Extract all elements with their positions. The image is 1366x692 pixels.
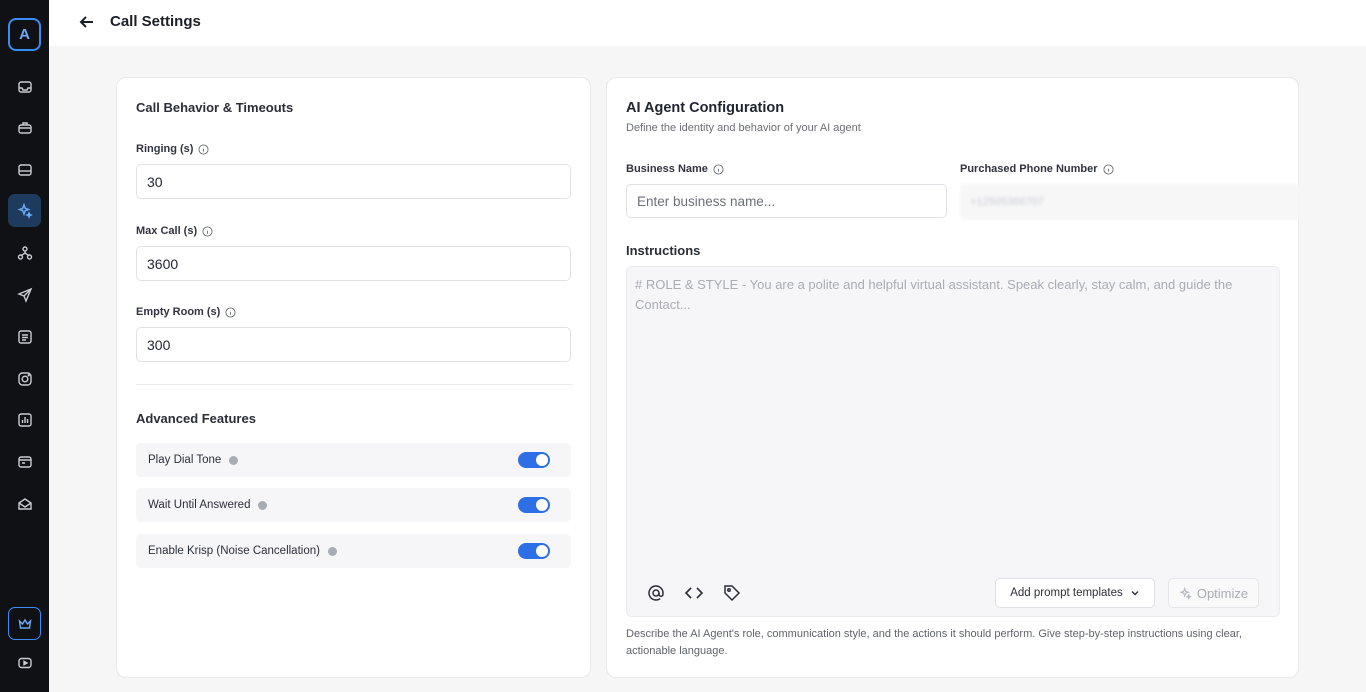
tag-icon[interactable] xyxy=(722,583,742,603)
page-title: Call Settings xyxy=(110,13,201,30)
info-icon[interactable] xyxy=(202,225,213,237)
advanced-features-title: Advanced Features xyxy=(136,411,256,426)
feature-label: Wait Until Answered xyxy=(148,499,251,511)
ringing-input[interactable] xyxy=(136,164,571,199)
optimize-label: Optimize xyxy=(1196,585,1249,601)
info-dot-icon[interactable] xyxy=(327,546,337,556)
info-icon[interactable] xyxy=(198,143,209,155)
wait-until-answered-toggle[interactable] xyxy=(518,497,550,513)
list-icon[interactable] xyxy=(8,320,41,353)
mail-open-icon[interactable] xyxy=(8,487,41,520)
database-icon[interactable] xyxy=(8,153,41,186)
instructions-label: Instructions xyxy=(626,243,701,258)
feature-label: Enable Krisp (Noise Cancellation) xyxy=(148,545,320,557)
info-icon[interactable] xyxy=(225,306,236,318)
info-icon[interactable] xyxy=(1103,163,1114,175)
feature-row-enable-krisp: Enable Krisp (Noise Cancellation) xyxy=(136,534,571,568)
sparkle-icon xyxy=(1179,586,1192,600)
window-icon[interactable] xyxy=(8,445,41,478)
enable-krisp-toggle[interactable] xyxy=(518,543,550,559)
feature-label: Play Dial Tone xyxy=(148,454,222,466)
business-name-label: Business Name xyxy=(626,163,724,175)
add-prompt-templates-button[interactable]: Add prompt templates xyxy=(995,578,1155,608)
empty-room-label: Empty Room (s) xyxy=(136,306,236,318)
empty-room-input[interactable] xyxy=(136,327,571,362)
instructions-helper-text: Describe the AI Agent's role, communicat… xyxy=(626,628,1242,657)
sparkles-icon[interactable] xyxy=(8,194,41,227)
workspace-avatar[interactable]: A xyxy=(8,18,41,51)
phone-number-select[interactable]: +12505366707 xyxy=(960,184,1300,220)
info-dot-icon[interactable] xyxy=(258,500,268,510)
feature-row-wait-until-answered: Wait Until Answered xyxy=(136,488,571,522)
chart-icon[interactable] xyxy=(8,403,41,436)
instagram-icon[interactable] xyxy=(8,362,41,395)
sidebar: A xyxy=(0,0,49,692)
inbox-icon[interactable] xyxy=(8,70,41,103)
play-dial-tone-toggle[interactable] xyxy=(518,452,550,468)
instructions-editor: Add prompt templates Optimize xyxy=(626,266,1280,617)
briefcase-icon[interactable] xyxy=(8,111,41,144)
call-behavior-title: Call Behavior & Timeouts xyxy=(136,100,294,115)
max-call-label: Max Call (s) xyxy=(136,225,213,237)
back-arrow-icon[interactable] xyxy=(77,12,97,32)
info-dot-icon[interactable] xyxy=(229,455,239,465)
business-name-input[interactable] xyxy=(626,184,947,218)
network-icon[interactable] xyxy=(8,236,41,269)
add-prompt-templates-label: Add prompt templates xyxy=(1010,587,1123,599)
code-icon[interactable] xyxy=(684,583,704,603)
call-behavior-card: Call Behavior & Timeouts Ringing (s) Max… xyxy=(116,77,591,678)
chevron-down-icon xyxy=(1131,591,1139,596)
divider xyxy=(136,384,573,385)
max-call-input[interactable] xyxy=(136,246,571,281)
instructions-textarea[interactable] xyxy=(627,267,1279,562)
send-icon[interactable] xyxy=(8,278,41,311)
ai-agent-title: AI Agent Configuration xyxy=(626,100,785,116)
crown-icon[interactable] xyxy=(8,607,41,640)
info-icon[interactable] xyxy=(713,163,724,175)
phone-number-label: Purchased Phone Number xyxy=(960,163,1114,175)
mention-icon[interactable] xyxy=(646,583,666,603)
ai-agent-card: AI Agent Configuration Define the identi… xyxy=(606,77,1300,678)
feature-row-play-dial-tone: Play Dial Tone xyxy=(136,443,571,477)
ai-agent-subtitle: Define the identity and behavior of your… xyxy=(626,122,861,134)
top-bar: Call Settings xyxy=(49,0,1366,46)
optimize-button[interactable]: Optimize xyxy=(1168,578,1259,608)
ringing-label: Ringing (s) xyxy=(136,143,209,155)
video-icon[interactable] xyxy=(8,646,41,679)
